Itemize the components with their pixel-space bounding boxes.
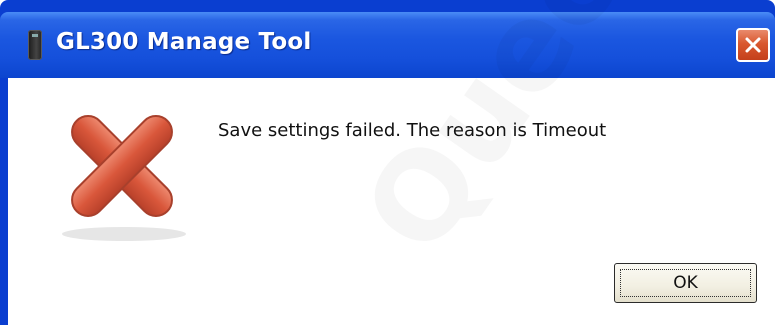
ok-button-label: OK: [673, 273, 698, 293]
dialog-body: Queclink Save settings failed. The reaso…: [8, 78, 775, 325]
close-button[interactable]: [736, 28, 770, 62]
error-x-icon: [62, 115, 186, 241]
dialog-window: GL300 Manage Tool Queclink Save sett: [0, 0, 775, 325]
title-bar[interactable]: GL300 Manage Tool: [0, 12, 775, 78]
error-message: Save settings failed. The reason is Time…: [218, 120, 607, 141]
ok-button[interactable]: OK: [614, 263, 757, 303]
window-title: GL300 Manage Tool: [56, 29, 312, 55]
app-device-icon: [28, 30, 42, 60]
close-icon: [745, 37, 761, 53]
